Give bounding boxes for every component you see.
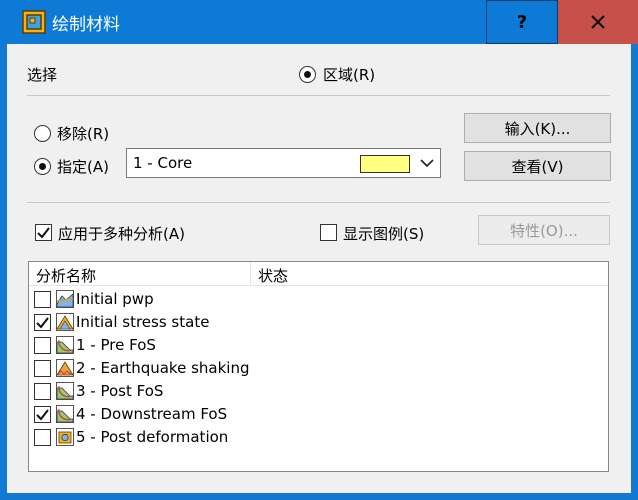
column-header-name[interactable]: 分析名称 bbox=[36, 265, 96, 286]
window-title: 绘制材料 bbox=[52, 15, 120, 35]
list-item[interactable]: 1 - Pre FoS bbox=[29, 334, 608, 357]
row-checkbox[interactable] bbox=[34, 383, 51, 400]
row-checkbox[interactable] bbox=[34, 291, 51, 308]
pore-pressure-icon bbox=[56, 290, 74, 308]
row-name: Initial pwp bbox=[76, 290, 154, 308]
row-name: 2 - Earthquake shaking bbox=[76, 359, 250, 377]
region-radio[interactable] bbox=[299, 66, 316, 83]
checkmark-icon bbox=[37, 227, 50, 239]
import-button-label: 输入(K)... bbox=[504, 119, 571, 138]
slope-stability-icon bbox=[56, 336, 74, 354]
apply-multi-checkbox[interactable] bbox=[35, 224, 52, 241]
divider bbox=[27, 202, 610, 203]
region-radio-label[interactable]: 区域(R) bbox=[323, 64, 375, 85]
properties-button[interactable]: 特性(O)... bbox=[478, 215, 610, 245]
slope-stability-icon bbox=[56, 382, 74, 400]
list-item[interactable]: 3 - Post FoS bbox=[29, 380, 608, 403]
remove-radio-label[interactable]: 移除(R) bbox=[57, 123, 109, 144]
list-item[interactable]: 2 - Earthquake shaking bbox=[29, 357, 608, 380]
help-button-label: ? bbox=[516, 11, 528, 33]
view-button[interactable]: 查看(V) bbox=[464, 151, 611, 181]
app-icon bbox=[22, 10, 46, 34]
checkmark-icon bbox=[36, 317, 49, 329]
row-name: 4 - Downstream FoS bbox=[76, 405, 228, 423]
list-item[interactable]: Initial pwp bbox=[29, 288, 608, 311]
row-checkbox[interactable] bbox=[34, 360, 51, 377]
column-divider[interactable] bbox=[250, 262, 251, 286]
title-bar[interactable]: 绘制材料 ? bbox=[0, 0, 638, 44]
material-color-swatch bbox=[360, 155, 410, 173]
analysis-list[interactable]: 分析名称 状态 Initial pwp Initial stress state… bbox=[28, 261, 609, 472]
dialog-body: 选择 区域(R) 移除(R) 指定(A) 1 - Core 输入(K)... 查… bbox=[7, 44, 631, 493]
column-header-status[interactable]: 状态 bbox=[258, 265, 288, 286]
import-button[interactable]: 输入(K)... bbox=[464, 113, 611, 143]
row-checkbox[interactable] bbox=[34, 406, 51, 423]
row-checkbox[interactable] bbox=[34, 429, 51, 446]
row-name: 5 - Post deformation bbox=[76, 428, 229, 446]
row-checkbox[interactable] bbox=[34, 314, 51, 331]
list-header: 分析名称 状态 bbox=[29, 262, 608, 286]
properties-button-label: 特性(O)... bbox=[510, 221, 578, 240]
close-button[interactable] bbox=[558, 0, 638, 44]
stress-icon bbox=[56, 313, 74, 331]
remove-radio[interactable] bbox=[34, 125, 51, 142]
list-item[interactable]: 5 - Post deformation bbox=[29, 426, 608, 449]
close-icon bbox=[591, 15, 605, 29]
chevron-down-icon bbox=[420, 159, 434, 168]
assign-radio[interactable] bbox=[34, 158, 51, 175]
dynamic-icon bbox=[56, 359, 74, 377]
list-item[interactable]: 4 - Downstream FoS bbox=[29, 403, 608, 426]
apply-multi-label[interactable]: 应用于多种分析(A) bbox=[58, 223, 185, 244]
row-name: 1 - Pre FoS bbox=[76, 336, 156, 354]
dialog-window: 绘制材料 ? 选择 区域(R) 移除(R) 指定(A) 1 - Core 输入(… bbox=[0, 0, 638, 500]
checkmark-icon bbox=[36, 409, 49, 421]
material-dropdown[interactable]: 1 - Core bbox=[126, 148, 441, 178]
slope-stability-icon bbox=[56, 405, 74, 423]
help-button[interactable]: ? bbox=[486, 0, 558, 44]
view-button-label: 查看(V) bbox=[511, 157, 564, 176]
deformation-icon bbox=[56, 428, 74, 446]
list-item[interactable]: Initial stress state bbox=[29, 311, 608, 334]
row-name: Initial stress state bbox=[76, 313, 210, 331]
row-name: 3 - Post FoS bbox=[76, 382, 164, 400]
show-legend-label[interactable]: 显示图例(S) bbox=[343, 223, 424, 244]
selection-label: 选择 bbox=[27, 66, 58, 84]
assign-radio-label[interactable]: 指定(A) bbox=[57, 156, 109, 177]
row-checkbox[interactable] bbox=[34, 337, 51, 354]
divider bbox=[27, 95, 610, 96]
show-legend-checkbox[interactable] bbox=[320, 224, 337, 241]
material-dropdown-value: 1 - Core bbox=[133, 154, 193, 172]
